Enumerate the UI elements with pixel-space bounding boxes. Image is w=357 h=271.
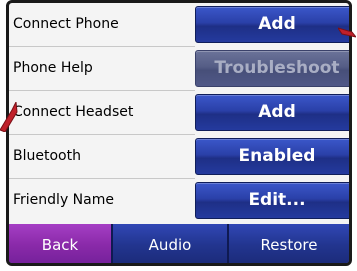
bluetooth-label: Bluetooth [13, 148, 81, 164]
bottom-toolbar: Back Audio Restore [9, 224, 349, 263]
troubleshoot-button[interactable]: Troubleshoot [195, 50, 349, 87]
bluetooth-settings-screen: Connect Phone Add Phone Help Troubleshoo… [6, 0, 352, 266]
restore-button[interactable]: Restore [229, 224, 349, 263]
friendly-name-edit-button[interactable]: Edit... [195, 182, 349, 219]
bluetooth-enabled-button[interactable]: Enabled [195, 138, 349, 175]
screenshot-frame: Connect Phone Add Phone Help Troubleshoo… [0, 0, 357, 271]
row-friendly-name: Friendly Name Edit... [9, 179, 349, 222]
connect-headset-add-button[interactable]: Add [195, 94, 349, 131]
red-arrow-pointer-icon [338, 27, 356, 38]
row-connect-phone: Connect Phone Add [9, 3, 349, 46]
connect-headset-label: Connect Headset [13, 104, 134, 120]
connect-phone-label: Connect Phone [13, 16, 119, 32]
row-connect-headset: Connect Headset Add [9, 91, 349, 134]
red-arrow-pointer-icon [0, 102, 18, 132]
row-phone-help: Phone Help Troubleshoot [9, 47, 349, 90]
connect-phone-add-button[interactable]: Add [195, 6, 349, 43]
phone-help-label: Phone Help [13, 60, 93, 76]
friendly-name-label: Friendly Name [13, 192, 114, 208]
audio-button[interactable]: Audio [113, 224, 229, 263]
row-bluetooth: Bluetooth Enabled [9, 135, 349, 178]
back-button[interactable]: Back [9, 224, 113, 263]
